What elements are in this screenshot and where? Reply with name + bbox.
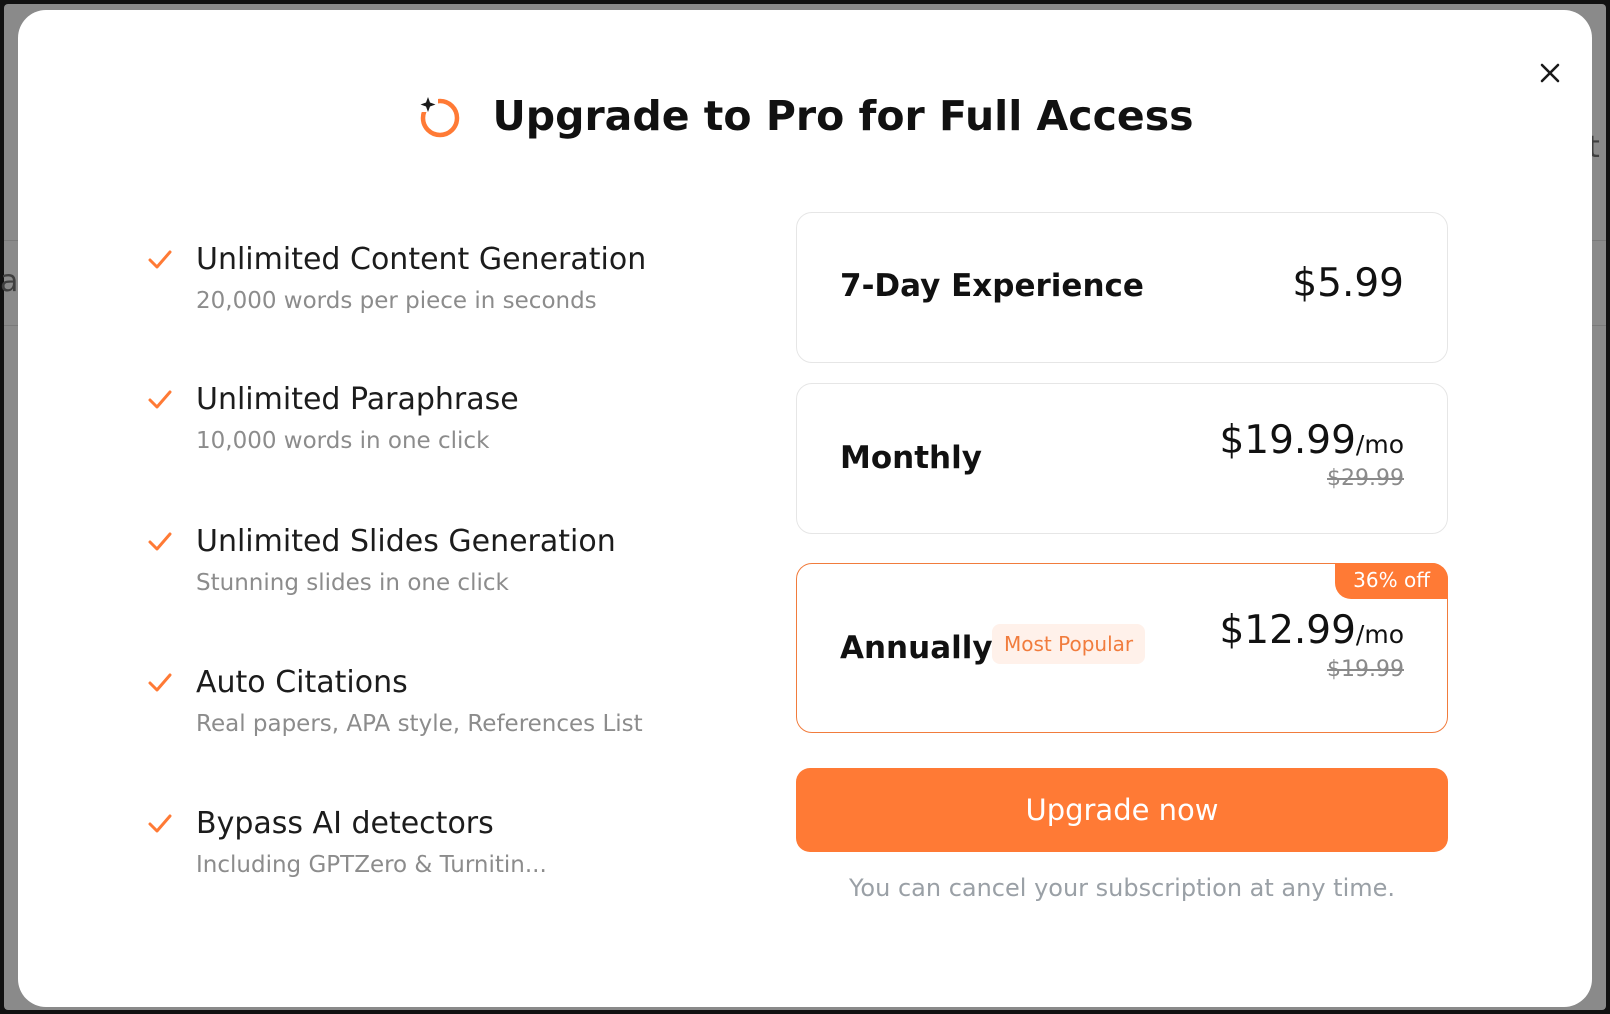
feature-item: Unlimited Paraphrase 10,000 words in one… [146, 382, 706, 482]
check-icon [148, 673, 172, 692]
plan-name: 7-Day Experience [840, 268, 1144, 304]
plan-price: $12.99/mo [1219, 608, 1404, 653]
cancel-note: You can cancel your subscription at any … [848, 874, 1396, 902]
modal-header: Upgrade to Pro for Full Access [18, 86, 1592, 146]
plan-price-amount: $5.99 [1292, 261, 1404, 306]
feature-item: Unlimited Slides Generation Stunning sli… [146, 524, 706, 624]
plan-option-annually[interactable]: 36% off Annually Most Popular $12.99/mo … [796, 563, 1448, 733]
feature-subtitle: Real papers, APA style, References List [196, 711, 643, 737]
upgrade-modal: Upgrade to Pro for Full Access Unlimited… [18, 10, 1592, 1007]
background-text-fragment: a [0, 264, 19, 299]
plan-original-price: $19.99 [1327, 657, 1404, 682]
modal-title: Upgrade to Pro for Full Access [492, 92, 1194, 140]
plan-name: Monthly [840, 440, 982, 476]
feature-title: Unlimited Paraphrase [196, 382, 519, 417]
plan-price-unit: /mo [1355, 620, 1404, 649]
feature-item: Bypass AI detectors Including GPTZero & … [146, 806, 706, 906]
plan-price: $19.99/mo [1219, 418, 1404, 463]
ring-sparkle-icon [418, 94, 460, 138]
plan-option-monthly[interactable]: Monthly $19.99/mo $29.99 [796, 383, 1448, 534]
check-icon [148, 390, 172, 409]
check-icon [148, 532, 172, 551]
plan-name: Annually [840, 630, 993, 666]
feature-subtitle: Including GPTZero & Turnitin... [196, 852, 547, 878]
check-icon [148, 814, 172, 833]
plan-price-unit: /mo [1355, 430, 1404, 459]
feature-subtitle: Stunning slides in one click [196, 570, 509, 596]
feature-subtitle: 20,000 words per piece in seconds [196, 288, 597, 314]
plan-original-price: $29.99 [1327, 466, 1404, 491]
plan-price: $5.99 [1292, 261, 1404, 306]
plan-price-amount: $12.99 [1219, 608, 1356, 653]
plan-option-7-day[interactable]: 7-Day Experience $5.99 [796, 212, 1448, 363]
discount-badge: 36% off [1335, 563, 1448, 599]
feature-title: Bypass AI detectors [196, 806, 494, 841]
feature-title: Unlimited Content Generation [196, 242, 647, 277]
close-button[interactable] [1534, 57, 1566, 89]
feature-title: Auto Citations [196, 665, 408, 700]
feature-subtitle: 10,000 words in one click [196, 428, 490, 454]
feature-item: Auto Citations Real papers, APA style, R… [146, 665, 706, 765]
upgrade-now-button[interactable]: Upgrade now [796, 768, 1448, 852]
feature-title: Unlimited Slides Generation [196, 524, 616, 559]
most-popular-badge: Most Popular [992, 624, 1146, 664]
check-icon [148, 250, 172, 269]
feature-item: Unlimited Content Generation 20,000 word… [146, 242, 706, 342]
plan-price-amount: $19.99 [1219, 418, 1356, 463]
close-icon[interactable] [1534, 57, 1566, 89]
